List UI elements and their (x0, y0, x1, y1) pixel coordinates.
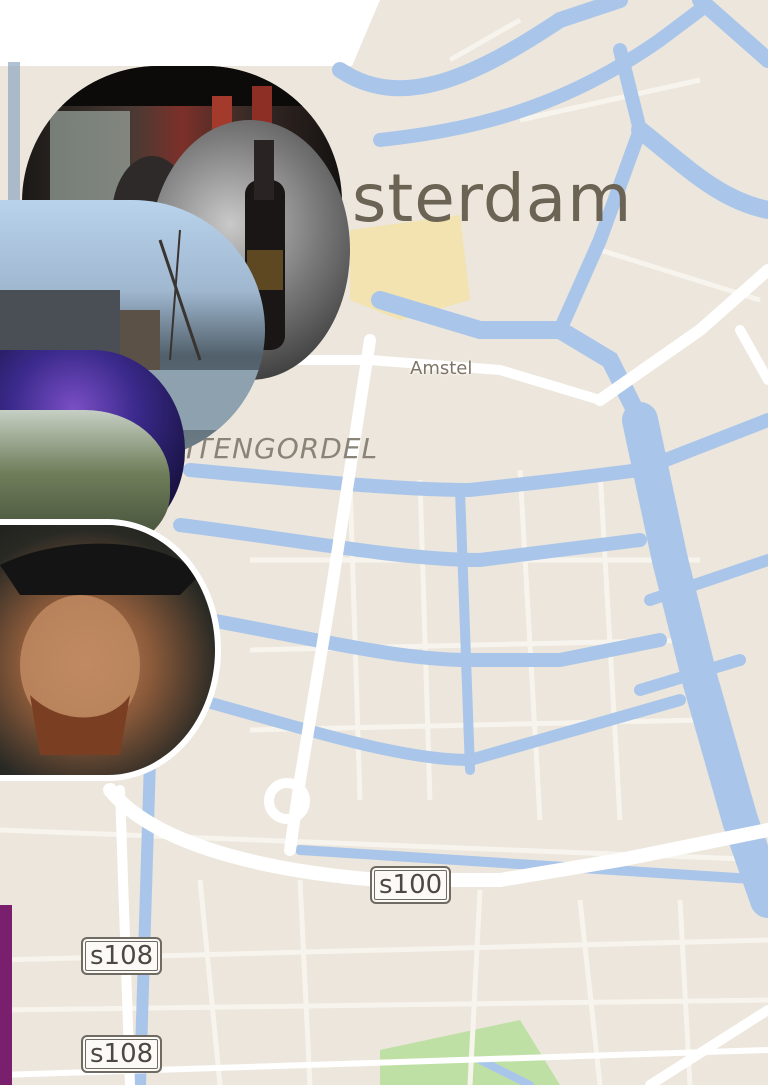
road-shield-s108: s108 (81, 1035, 163, 1073)
road-shield-s100: s100 (370, 866, 452, 904)
city-label: sterdam (352, 160, 633, 237)
purple-accent-bar (0, 905, 12, 1085)
photo-portrait-detail (0, 543, 200, 755)
river-label: Amstel (410, 358, 473, 379)
map-edge-strip (8, 62, 20, 212)
district-label: ITENGORDEL (186, 432, 379, 465)
photo-portrait-painting[interactable] (0, 525, 215, 775)
map-top-white-area (0, 0, 380, 66)
road-shield-s108: s108 (81, 937, 163, 975)
